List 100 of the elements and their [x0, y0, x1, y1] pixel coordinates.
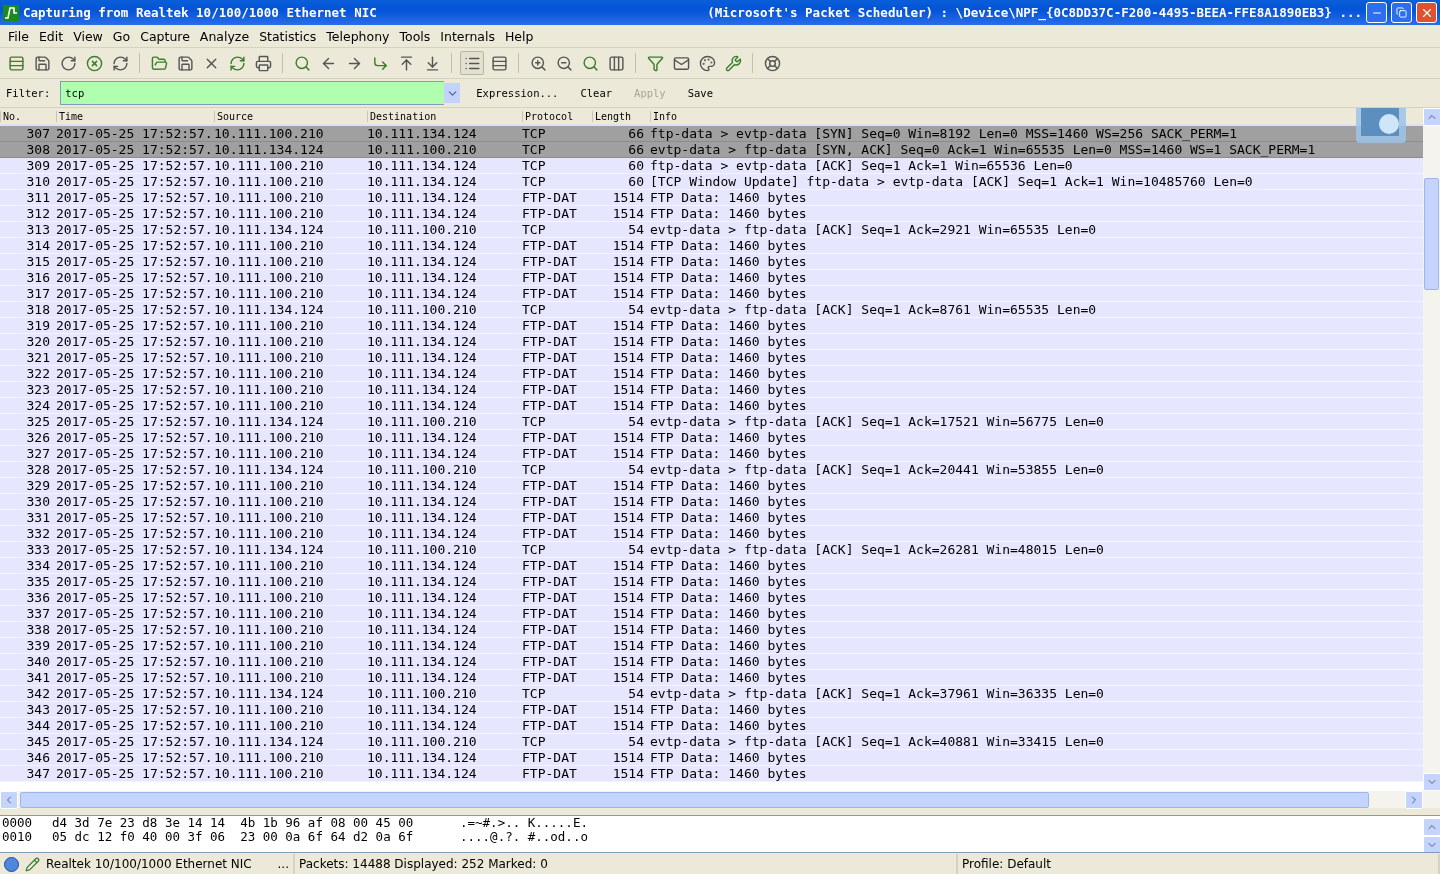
packet-row[interactable]: 331 2017-05-25 17:52:57.10.111.100.210 10.111.134.124 FTP-DAT 1514 FTP Data: 1460 bytes: [0, 510, 1423, 526]
menu-item[interactable]: Edit: [33, 28, 69, 44]
packet-row[interactable]: 340 2017-05-25 17:52:57.10.111.100.210 10.111.134.124 FTP-DAT 1514 FTP Data: 1460 bytes: [0, 654, 1423, 670]
menu-item[interactable]: Internals: [435, 28, 500, 44]
table-cell-text: FTP Data: 1460 bytes: [650, 382, 808, 397]
menu-item[interactable]: Capture: [135, 28, 195, 44]
menu-item[interactable]: View: [68, 28, 108, 44]
packet-row[interactable]: 324 2017-05-25 17:52:57.10.111.100.210 10.111.134.124 FTP-DAT 1514 FTP Data: 1460 bytes: [0, 398, 1423, 414]
hex-bytes: d4 3d 7e 23 d8 3e 14 14 4b 1b 96 af 08 00 45 00: [52, 816, 415, 830]
table-cell-text: FTP Data: 1460 bytes: [650, 702, 808, 717]
table-cell-text: FTP-DAT: [522, 270, 578, 285]
packet-row[interactable]: 330 2017-05-25 17:52:57.10.111.100.210 10.111.134.124 FTP-DAT 1514 FTP Data: 1460 bytes: [0, 494, 1423, 510]
table-cell-text: FTP Data: 1460 bytes: [650, 270, 808, 285]
packet-row[interactable]: 308 2017-05-25 17:52:57.10.111.134.124 10.111.100.210 TCP 66 evtp-data > ftp-data [SYN, ACK] Seq=0 Ack=1 Win=65535 Len=0 MSS=1460 WS=1 SACK_PERM=1: [0, 142, 1423, 158]
table-cell-text: 10.111.134.124: [367, 334, 478, 349]
table-cell-text: 1514: [611, 190, 645, 205]
menu-item[interactable]: File: [3, 28, 34, 44]
packet-row[interactable]: 343 2017-05-25 17:52:57.10.111.100.210 10.111.134.124 FTP-DAT 1514 FTP Data: 1460 bytes: [0, 702, 1423, 718]
menu-item[interactable]: Telephony: [321, 28, 395, 44]
filter-button[interactable]: Expression...: [470, 87, 565, 99]
packet-row[interactable]: 332 2017-05-25 17:52:57.10.111.100.210 10.111.134.124 FTP-DAT 1514 FTP Data: 1460 bytes: [0, 526, 1423, 542]
maximize-button[interactable]: [1391, 2, 1412, 23]
packet-row[interactable]: 325 2017-05-25 17:52:57.10.111.134.124 10.111.100.210 TCP 54 evtp-data > ftp-data [ACK] Seq=1 Ack=17521 Win=56775 Len=0: [0, 414, 1423, 430]
filter-button[interactable]: Save: [681, 87, 719, 99]
menu-item[interactable]: Tools: [394, 28, 436, 44]
packet-row[interactable]: 329 2017-05-25 17:52:57.10.111.100.210 10.111.134.124 FTP-DAT 1514 FTP Data: 1460 bytes: [0, 478, 1423, 494]
table-cell-text: 1514: [611, 254, 645, 269]
dropdown-icon[interactable]: [444, 83, 461, 103]
column-header[interactable]: Destination: [367, 110, 522, 122]
packet-row[interactable]: 316 2017-05-25 17:52:57.10.111.100.210 10.111.134.124 FTP-DAT 1514 FTP Data: 1460 bytes: [0, 270, 1423, 286]
column-header[interactable]: No.: [0, 110, 56, 122]
scroll-up-icon[interactable]: [1423, 818, 1440, 836]
table-cell-text: FTP-DAT: [522, 574, 578, 589]
packet-row[interactable]: 323 2017-05-25 17:52:57.10.111.100.210 10.111.134.124 FTP-DAT 1514 FTP Data: 1460 bytes: [0, 382, 1423, 398]
menu-item[interactable]: Analyze: [194, 28, 255, 44]
close-button[interactable]: [1416, 2, 1437, 23]
packet-row[interactable]: 307 2017-05-25 17:52:57.10.111.100.210 10.111.134.124 TCP 66 ftp-data > evtp-data [SYN] Seq=0 Win=8192 Len=0 MSS=1460 WS=256 SACK_PERM=1: [0, 126, 1423, 142]
packet-row[interactable]: 337 2017-05-25 17:52:57.10.111.100.210 10.111.134.124 FTP-DAT 1514 FTP Data: 1460 bytes: [0, 606, 1423, 622]
packet-row[interactable]: 322 2017-05-25 17:52:57.10.111.100.210 10.111.134.124 FTP-DAT 1514 FTP Data: 1460 bytes: [0, 366, 1423, 382]
table-cell-text: FTP Data: 1460 bytes: [650, 478, 808, 493]
minimize-button[interactable]: [1366, 2, 1387, 23]
column-header[interactable]: Time: [56, 110, 214, 122]
packet-row[interactable]: 321 2017-05-25 17:52:57.10.111.100.210 10.111.134.124 FTP-DAT 1514 FTP Data: 1460 bytes: [0, 350, 1423, 366]
table-cell-text: 334: [25, 558, 51, 573]
table-cell-text: 312: [25, 206, 51, 221]
menu-item[interactable]: Help: [499, 28, 539, 44]
packet-row[interactable]: 344 2017-05-25 17:52:57.10.111.100.210 10.111.134.124 FTP-DAT 1514 FTP Data: 1460 bytes: [0, 718, 1423, 734]
table-cell-text: 10.111.100.210: [214, 526, 325, 541]
menu-item[interactable]: Statistics: [254, 28, 322, 44]
filter-field[interactable]: tcp: [60, 81, 445, 105]
scroll-up-icon[interactable]: [1423, 108, 1440, 126]
packet-row[interactable]: 339 2017-05-25 17:52:57.10.111.100.210 10.111.134.124 FTP-DAT 1514 FTP Data: 1460 bytes: [0, 638, 1423, 654]
table-cell-text: 339: [25, 638, 51, 653]
column-header[interactable]: Protocol: [522, 110, 592, 122]
packet-row[interactable]: 327 2017-05-25 17:52:57.10.111.100.210 10.111.134.124 FTP-DAT 1514 FTP Data: 1460 bytes: [0, 446, 1423, 462]
menu-item[interactable]: Go: [107, 28, 136, 44]
packet-row[interactable]: 326 2017-05-25 17:52:57.10.111.100.210 10.111.134.124 FTP-DAT 1514 FTP Data: 1460 bytes: [0, 430, 1423, 446]
packet-row[interactable]: 333 2017-05-25 17:52:57.10.111.134.124 10.111.100.210 TCP 54 evtp-data > ftp-data [ACK] Seq=1 Ack=26281 Win=48015 Len=0: [0, 542, 1423, 558]
table-cell-text: 10.111.100.210: [367, 414, 478, 429]
table-cell-text: FTP Data: 1460 bytes: [650, 670, 808, 685]
packet-row[interactable]: 347 2017-05-25 17:52:57.10.111.100.210 10.111.134.124 FTP-DAT 1514 FTP Data: 1460 bytes: [0, 766, 1423, 782]
packet-row[interactable]: 335 2017-05-25 17:52:57.10.111.100.210 10.111.134.124 FTP-DAT 1514 FTP Data: 1460 bytes: [0, 574, 1423, 590]
edit-comment-icon[interactable]: [25, 856, 40, 872]
packet-row[interactable]: 315 2017-05-25 17:52:57.10.111.100.210 10.111.134.124 FTP-DAT 1514 FTP Data: 1460 bytes: [0, 254, 1423, 270]
packet-row[interactable]: 319 2017-05-25 17:52:57.10.111.100.210 10.111.134.124 FTP-DAT 1514 FTP Data: 1460 bytes: [0, 318, 1423, 334]
packet-row[interactable]: 345 2017-05-25 17:52:57.10.111.134.124 10.111.100.210 TCP 54 evtp-data > ftp-data [ACK] Seq=1 Ack=40881 Win=33415 Len=0: [0, 734, 1423, 750]
scroll-down-icon[interactable]: [1423, 773, 1440, 791]
packet-row[interactable]: 310 2017-05-25 17:52:57.10.111.100.210 10.111.134.124 TCP 60 [TCP Window Update] ftp-data > evtp-data [ACK] Seq=1 Ack=1 Win=10485760 Len=0: [0, 174, 1423, 190]
window-title: (Microsoft's Packet Scheduler) : \Device\NPF_{0C8DD37C-F200-4495-BEEA-FFE8A1890EB3} ...: [707, 5, 1362, 20]
packet-row[interactable]: 311 2017-05-25 17:52:57.10.111.100.210 10.111.134.124 FTP-DAT 1514 FTP Data: 1460 bytes: [0, 190, 1423, 206]
profile-label: Profile: Default: [962, 857, 1051, 871]
scroll-down-icon[interactable]: [1423, 836, 1440, 852]
status-icon[interactable]: [4, 856, 19, 872]
table-cell-text: 10.111.100.210: [367, 302, 478, 317]
packet-row[interactable]: 342 2017-05-25 17:52:57.10.111.134.124 10.111.100.210 TCP 54 evtp-data > ftp-data [ACK] Seq=1 Ack=37961 Win=36335 Len=0: [0, 686, 1423, 702]
table-cell: 2017-05-25 17:52:57.: [56, 398, 214, 413]
packet-row[interactable]: 320 2017-05-25 17:52:57.10.111.100.210 10.111.134.124 FTP-DAT 1514 FTP Data: 1460 bytes: [0, 334, 1423, 350]
table-cell-text: 10.111.100.210: [214, 270, 325, 285]
packet-row[interactable]: 313 2017-05-25 17:52:57.10.111.134.124 10.111.100.210 TCP 54 evtp-data > ftp-data [ACK] Seq=1 Ack=2921 Win=65535 Len=0: [0, 222, 1423, 238]
column-header[interactable]: Source: [214, 110, 367, 122]
packet-row[interactable]: 317 2017-05-25 17:52:57.10.111.100.210 10.111.134.124 FTP-DAT 1514 FTP Data: 1460 bytes: [0, 286, 1423, 302]
column-header[interactable]: Length: [592, 110, 650, 122]
packet-row[interactable]: 328 2017-05-25 17:52:57.10.111.134.124 10.111.100.210 TCP 54 evtp-data > ftp-data [ACK] Seq=1 Ack=20441 Win=53855 Len=0: [0, 462, 1423, 478]
packet-row[interactable]: 309 2017-05-25 17:52:57.10.111.100.210 10.111.134.124 TCP 60 ftp-data > evtp-data [ACK] Seq=1 Ack=1 Win=65536 Len=0: [0, 158, 1423, 174]
colorize-icon[interactable]: [460, 51, 484, 75]
table-cell-text: 54: [627, 734, 645, 749]
table-cell-text: 10.111.134.124: [367, 174, 478, 189]
table-cell-text: TCP: [522, 462, 547, 477]
packet-row[interactable]: 336 2017-05-25 17:52:57.10.111.100.210 10.111.134.124 FTP-DAT 1514 FTP Data: 1460 bytes: [0, 590, 1423, 606]
packet-row[interactable]: 318 2017-05-25 17:52:57.10.111.134.124 10.111.100.210 TCP 54 evtp-data > ftp-data [ACK] Seq=1 Ack=8761 Win=65535 Len=0: [0, 302, 1423, 318]
table-cell-text: FTP-DAT: [522, 750, 578, 765]
column-header[interactable]: Info: [650, 110, 1350, 122]
packet-row[interactable]: 312 2017-05-25 17:52:57.10.111.100.210 10.111.134.124 FTP-DAT 1514 FTP Data: 1460 bytes: [0, 206, 1423, 222]
table-cell: 2017-05-25 17:52:57.: [56, 670, 214, 685]
filter-button[interactable]: Clear: [574, 87, 619, 99]
packet-row[interactable]: 334 2017-05-25 17:52:57.10.111.100.210 10.111.134.124 FTP-DAT 1514 FTP Data: 1460 bytes: [0, 558, 1423, 574]
packet-row[interactable]: 338 2017-05-25 17:52:57.10.111.100.210 10.111.134.124 FTP-DAT 1514 FTP Data: 1460 bytes: [0, 622, 1423, 638]
packet-row[interactable]: 346 2017-05-25 17:52:57.10.111.100.210 10.111.134.124 FTP-DAT 1514 FTP Data: 1460 bytes: [0, 750, 1423, 766]
packet-row[interactable]: 314 2017-05-25 17:52:57.10.111.100.210 10.111.134.124 FTP-DAT 1514 FTP Data: 1460 bytes: [0, 238, 1423, 254]
packet-row[interactable]: 341 2017-05-25 17:52:57.10.111.100.210 10.111.134.124 FTP-DAT 1514 FTP Data: 1460 bytes: [0, 670, 1423, 686]
